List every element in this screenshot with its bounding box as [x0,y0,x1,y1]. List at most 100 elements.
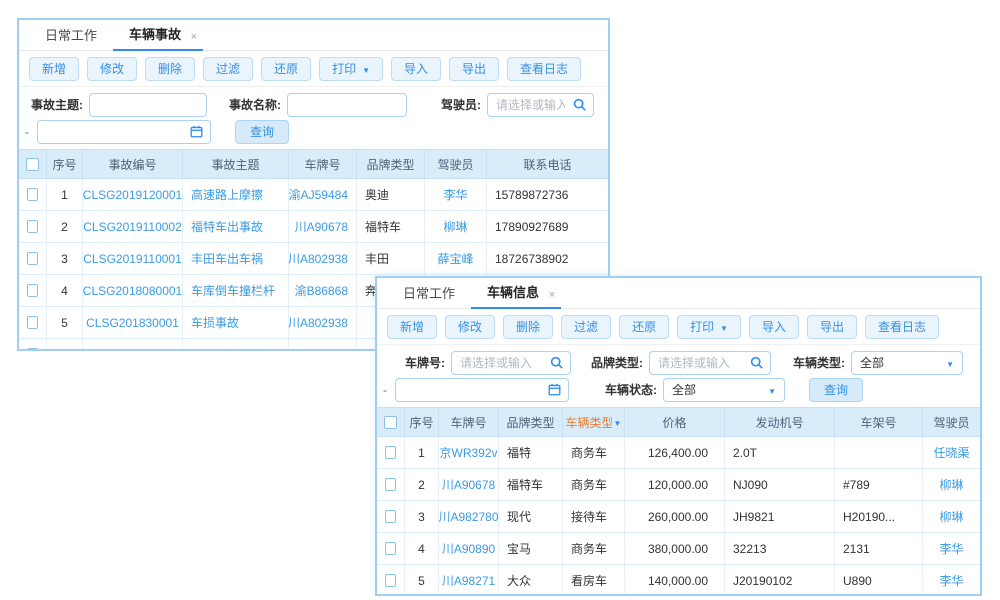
accident-date-input[interactable] [38,122,190,142]
col-header-brand[interactable]: 品牌类型 [499,408,563,436]
view-log-button[interactable]: 查看日志 [507,57,581,81]
query-button[interactable]: 查询 [809,378,863,402]
row-checkbox[interactable] [385,510,396,523]
vehicle-date-input[interactable] [396,380,548,400]
restore-button[interactable]: 还原 [619,315,669,339]
accident-subject-input[interactable] [89,93,207,117]
cell-plate[interactable]: 川A982780 [439,501,499,532]
cell-plate[interactable]: 渝AJ59484 [289,339,357,351]
col-header-no[interactable]: 序号 [405,408,439,436]
cell-driver[interactable]: 柳琳 [923,501,980,532]
cell-driver[interactable]: 柳琳 [425,211,487,242]
row-checkbox[interactable] [27,316,38,329]
plate-input[interactable] [452,353,550,373]
cell-driver[interactable]: 李华 [923,565,980,596]
row-checkbox[interactable] [27,188,38,201]
row-checkbox[interactable] [27,220,38,233]
calendar-icon[interactable] [548,383,561,396]
cell-plate[interactable]: 渝B86868 [289,275,357,306]
cell-accident-code[interactable]: CLSG2018080001 [83,275,183,306]
tab-vehicle-info[interactable]: 车辆信息 [471,278,561,309]
row-checkbox[interactable] [27,252,38,265]
import-button[interactable]: 导入 [749,315,799,339]
add-button[interactable]: 新增 [387,315,437,339]
tab-vehicle-accident[interactable]: 车辆事故 [113,20,203,51]
print-button[interactable]: 打印 [677,315,741,339]
delete-button[interactable]: 删除 [503,315,553,339]
cell-plate[interactable]: 川A98271 [439,565,499,596]
cell-accident-code[interactable]: CLSG201820001 [83,339,183,351]
col-header-price[interactable]: 价格 [625,408,725,436]
col-header-accident-code[interactable]: 事故编号 [83,150,183,178]
export-button[interactable]: 导出 [807,315,857,339]
cell-plate[interactable]: 渝AJ59484 [289,179,357,210]
filter-button[interactable]: 过滤 [561,315,611,339]
accident-name-input[interactable] [287,93,407,117]
tab-daily-work[interactable]: 日常工作 [29,21,113,50]
filter-caret-icon[interactable] [612,415,622,429]
tab-daily-work[interactable]: 日常工作 [387,279,471,308]
modify-button[interactable]: 修改 [87,57,137,81]
vehicle-status-select[interactable]: 全部 [663,378,785,402]
col-header-frame[interactable]: 车架号 [835,408,923,436]
row-checkbox[interactable] [385,542,396,555]
vehicle-type-select[interactable]: 全部 [851,351,963,375]
print-button[interactable]: 打印 [319,57,383,81]
col-header-plate[interactable]: 车牌号 [289,150,357,178]
cell-driver[interactable]: 李华 [425,179,487,210]
col-header-phone[interactable]: 联系电话 [487,150,608,178]
view-log-button[interactable]: 查看日志 [865,315,939,339]
cell-plate[interactable]: 川A90890 [439,533,499,564]
col-header-engine[interactable]: 发动机号 [725,408,835,436]
cell-accident-code[interactable]: CLSG2019110002 [83,211,183,242]
cell-driver[interactable]: 任晓渠 [923,437,980,468]
col-header-driver[interactable]: 驾驶员 [923,408,980,436]
search-icon[interactable] [550,356,563,369]
cell-accident-subject[interactable]: 高速车辆事故 [183,339,289,351]
search-icon[interactable] [750,356,763,369]
cell-driver[interactable]: 柳琳 [923,469,980,500]
row-checkbox[interactable] [27,284,38,297]
cell-driver[interactable]: 薛宝峰 [425,243,487,274]
filter-button[interactable]: 过滤 [203,57,253,81]
row-checkbox[interactable] [385,574,396,587]
close-tab-icon[interactable] [191,21,197,52]
query-button[interactable]: 查询 [235,120,289,144]
cell-plate[interactable]: 京WR392v [439,437,499,468]
driver-input[interactable] [488,95,573,115]
modify-button[interactable]: 修改 [445,315,495,339]
row-checkbox[interactable] [385,478,396,491]
row-checkbox[interactable] [27,348,38,351]
cell-plate[interactable]: 川A802938 [289,307,357,338]
col-header-accident-subject[interactable]: 事故主题 [183,150,289,178]
delete-button[interactable]: 删除 [145,57,195,81]
cell-accident-subject[interactable]: 车损事故 [183,307,289,338]
search-icon[interactable] [573,98,586,111]
cell-plate[interactable]: 川A90678 [289,211,357,242]
col-header-vehicle-type[interactable]: 车辆类型 [563,408,625,436]
cell-accident-code[interactable]: CLSG201830001 [83,307,183,338]
cell-plate[interactable]: 川A802938 [289,243,357,274]
cell-accident-subject[interactable]: 丰田车出车祸 [183,243,289,274]
cell-accident-subject[interactable]: 福特车出事故 [183,211,289,242]
col-header-plate[interactable]: 车牌号 [439,408,499,436]
cell-accident-subject[interactable]: 车库倒车撞栏杆 [183,275,289,306]
col-header-driver[interactable]: 驾驶员 [425,150,487,178]
row-checkbox[interactable] [385,446,396,459]
col-header-no[interactable]: 序号 [47,150,83,178]
cell-accident-subject[interactable]: 高速路上摩擦 [183,179,289,210]
calendar-icon[interactable] [190,125,203,138]
restore-button[interactable]: 还原 [261,57,311,81]
close-tab-icon[interactable] [549,279,555,310]
cell-driver[interactable]: 李华 [923,533,980,564]
cell-accident-code[interactable]: CLSG2019120001 [83,179,183,210]
add-button[interactable]: 新增 [29,57,79,81]
cell-accident-code[interactable]: CLSG2019110001 [83,243,183,274]
brand-input[interactable] [650,353,750,373]
cell-plate[interactable]: 川A90678 [439,469,499,500]
select-all-checkbox[interactable] [26,158,39,171]
select-all-checkbox[interactable] [384,416,397,429]
export-button[interactable]: 导出 [449,57,499,81]
col-header-brand[interactable]: 品牌类型 [357,150,425,178]
import-button[interactable]: 导入 [391,57,441,81]
